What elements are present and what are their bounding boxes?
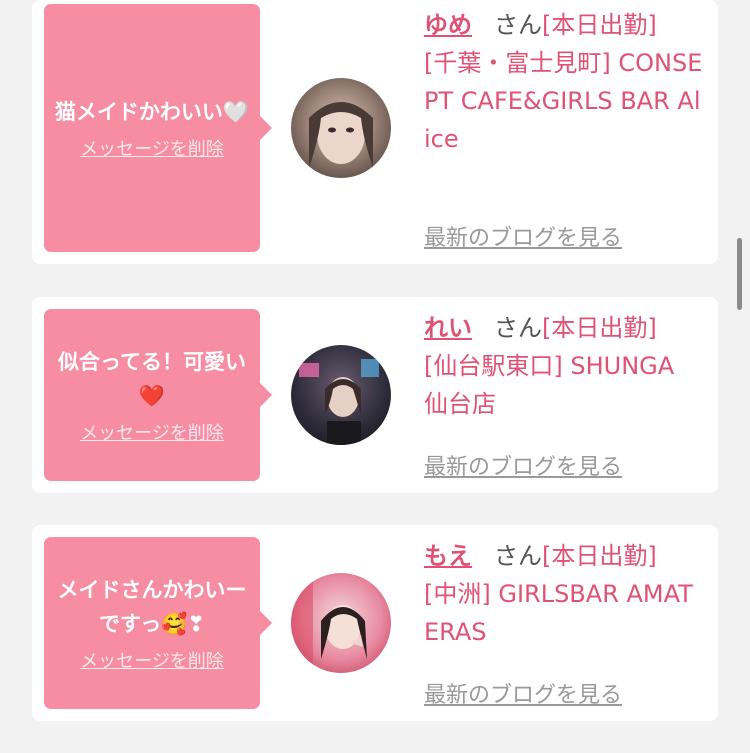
message-card: 猫メイドかわいい🤍 メッセージを削除 ゆめ さん[本日出勤] [千葉・富士見町] …: [32, 0, 718, 264]
latest-blog-link[interactable]: 最新のブログを見る: [424, 220, 622, 252]
delete-message-link[interactable]: メッセージを削除: [80, 647, 224, 673]
status-badge: [本日出勤]: [542, 314, 657, 342]
message-text: メイドさんかわいーですっ🥰❣: [57, 578, 247, 636]
message-bubble: 猫メイドかわいい🤍 メッセージを削除: [44, 4, 272, 252]
message-text: 似合ってる！可愛い❤️: [58, 350, 246, 408]
delete-message-link[interactable]: メッセージを削除: [80, 419, 224, 445]
latest-blog-link[interactable]: 最新のブログを見る: [424, 449, 622, 481]
status-badge: [本日出勤]: [542, 11, 657, 39]
cast-info: もえ さん[本日出勤] [中洲] GIRLSBAR AMATERAS: [424, 537, 704, 651]
cast-name[interactable]: ゆめ: [424, 11, 472, 39]
status-badge: [本日出勤]: [542, 542, 657, 570]
profile-photo-icon: [299, 359, 379, 445]
shop-name: [中洲] GIRLSBAR AMATERAS: [424, 580, 693, 646]
honorific: さん: [494, 11, 542, 39]
honorific: さん: [494, 314, 542, 342]
cast-info: ゆめ さん[本日出勤] [千葉・富士見町] CONSEPT CAFE&GIRLS …: [424, 6, 704, 158]
message-card: 似合ってる！可愛い❤️ メッセージを削除 れい さん[本日出勤] [仙台駅東口] …: [32, 297, 718, 493]
honorific: さん: [494, 542, 542, 570]
message-card: メイドさんかわいーですっ🥰❣ メッセージを削除 もえ さん[本日出勤] [中洲] …: [32, 525, 718, 721]
message-text: 猫メイドかわいい🤍: [54, 100, 250, 124]
shop-name: [仙台駅東口] SHUNGA 仙台店: [424, 352, 675, 418]
avatar[interactable]: [291, 573, 391, 673]
message-bubble: 似合ってる！可愛い❤️ メッセージを削除: [44, 309, 272, 481]
profile-photo-icon: [309, 102, 373, 168]
avatar[interactable]: [291, 345, 391, 445]
avatar[interactable]: [291, 78, 391, 178]
cast-name[interactable]: れい: [424, 314, 472, 342]
delete-message-link[interactable]: メッセージを削除: [80, 135, 224, 161]
cast-info: れい さん[本日出勤] [仙台駅東口] SHUNGA 仙台店: [424, 309, 704, 423]
latest-blog-link[interactable]: 最新のブログを見る: [424, 677, 622, 709]
cast-name[interactable]: もえ: [424, 542, 472, 570]
message-bubble: メイドさんかわいーですっ🥰❣ メッセージを削除: [44, 537, 272, 709]
profile-photo-icon: [291, 573, 367, 673]
shop-name: [千葉・富士見町] CONSEPT CAFE&GIRLS BAR Alice: [424, 49, 703, 153]
scrollbar[interactable]: [737, 238, 742, 310]
